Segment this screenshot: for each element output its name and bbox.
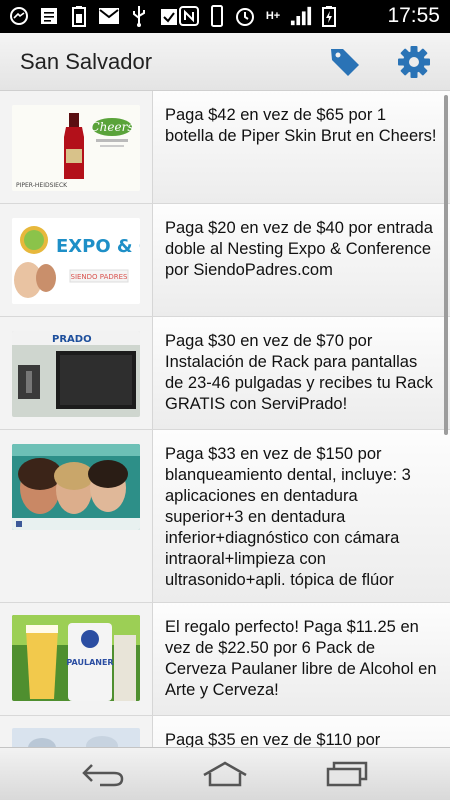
deal-list[interactable]: Cheers PIPER-HEIDSIECK Paga $42 en vez d…	[0, 91, 450, 747]
deal-thumbnail: EXPO & CONFERENCES SIENDO PADRES	[12, 218, 140, 304]
deal-thumbnail: Cheers PIPER-HEIDSIECK	[12, 105, 140, 191]
recent-apps-icon	[326, 761, 368, 787]
gear-icon	[398, 46, 430, 78]
deal-description: Paga $30 en vez de $70 por Instalación d…	[165, 332, 433, 413]
notes-icon	[38, 5, 60, 27]
back-icon	[82, 764, 124, 787]
thumb-brand: SIENDO PADRES	[71, 273, 129, 281]
nfc-icon	[178, 5, 200, 27]
thumb-brand: PIPER-HEIDSIECK	[16, 182, 68, 189]
thumb-caption: EXPO & CONFERENCES	[56, 236, 140, 257]
deal-description: Paga $42 en vez de $65 por 1 botella de …	[165, 106, 437, 145]
deal-item[interactable]: PRADO Paga $30 en vez de $70 por Instala…	[0, 317, 450, 430]
deal-thumbnail: PAULANER	[12, 615, 140, 701]
deal-item[interactable]: Cheers PIPER-HEIDSIECK Paga $42 en vez d…	[0, 91, 450, 204]
usb-icon	[128, 5, 150, 27]
deal-description: El regalo perfecto! Paga $11.25 en vez d…	[165, 618, 437, 699]
home-button[interactable]	[200, 758, 250, 790]
deal-description: Paga $35 en vez de $110 por	[165, 731, 381, 747]
thumb-caption: PAULANER	[66, 658, 113, 667]
scrollbar[interactable]	[444, 95, 448, 435]
deal-description: Paga $33 en vez de $150 por blanqueamien…	[165, 445, 411, 589]
deal-item[interactable]: PAULANER El regalo perfecto! Paga $11.25…	[0, 603, 450, 716]
battery-charging-icon	[318, 5, 340, 27]
deal-item[interactable]: EXPO & CONFERENCES SIENDO PADRES Paga $2…	[0, 204, 450, 317]
deal-description: Paga $20 en vez de $40 por entrada doble…	[165, 219, 433, 279]
deal-thumbnail	[12, 728, 140, 747]
recent-apps-button[interactable]	[322, 758, 372, 790]
action-bar: San Salvador	[0, 33, 450, 91]
deal-thumbnail: PRADO	[12, 331, 140, 417]
navigation-bar	[0, 747, 450, 800]
deals-tag-button[interactable]	[328, 45, 362, 79]
home-icon	[203, 761, 247, 787]
signal-icon	[290, 5, 312, 27]
back-button[interactable]	[78, 758, 128, 790]
thumb-caption: PRADO	[52, 334, 92, 345]
vibrate-icon	[206, 5, 228, 27]
gmail-icon	[98, 5, 120, 27]
messenger-icon	[8, 5, 30, 27]
tag-icon	[331, 49, 359, 76]
deal-thumbnail	[12, 444, 140, 530]
deal-item[interactable]: Paga $33 en vez de $150 por blanqueamien…	[0, 430, 450, 603]
clipboard-check-icon	[158, 5, 180, 27]
battery-saver-icon	[68, 5, 90, 27]
thumb-caption: Cheers	[90, 120, 133, 134]
status-bar: H+ 17:55	[0, 0, 450, 33]
deal-item[interactable]: Paga $35 en vez de $110 por	[0, 716, 450, 747]
settings-button[interactable]	[396, 44, 432, 80]
status-time: 17:55	[387, 4, 440, 27]
network-type-icon: H+	[265, 10, 281, 22]
alarm-icon	[234, 5, 256, 27]
city-title: San Salvador	[20, 49, 153, 74]
